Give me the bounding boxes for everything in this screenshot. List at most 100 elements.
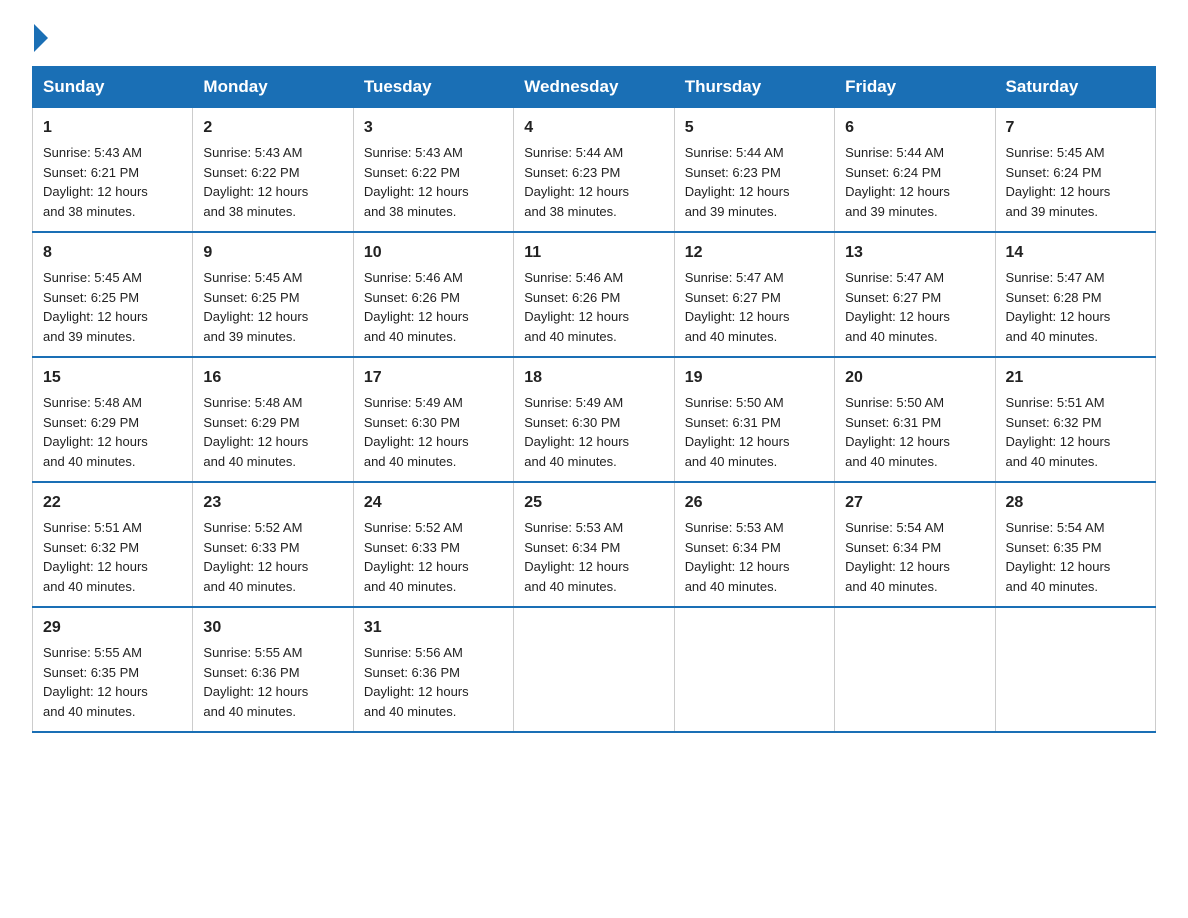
day-info: Sunrise: 5:51 AMSunset: 6:32 PMDaylight:… [1006, 395, 1111, 469]
day-number: 3 [364, 116, 503, 140]
day-number: 1 [43, 116, 182, 140]
day-info: Sunrise: 5:43 AMSunset: 6:22 PMDaylight:… [203, 145, 308, 219]
logo-top [32, 24, 48, 52]
day-info: Sunrise: 5:45 AMSunset: 6:25 PMDaylight:… [203, 270, 308, 344]
calendar-cell [674, 607, 834, 732]
day-info: Sunrise: 5:43 AMSunset: 6:22 PMDaylight:… [364, 145, 469, 219]
calendar-cell: 11 Sunrise: 5:46 AMSunset: 6:26 PMDaylig… [514, 232, 674, 357]
calendar-week-2: 8 Sunrise: 5:45 AMSunset: 6:25 PMDayligh… [33, 232, 1156, 357]
day-number: 13 [845, 241, 984, 265]
day-number: 30 [203, 616, 342, 640]
day-info: Sunrise: 5:55 AMSunset: 6:35 PMDaylight:… [43, 645, 148, 719]
calendar-week-4: 22 Sunrise: 5:51 AMSunset: 6:32 PMDaylig… [33, 482, 1156, 607]
day-number: 20 [845, 366, 984, 390]
day-number: 5 [685, 116, 824, 140]
calendar-cell: 10 Sunrise: 5:46 AMSunset: 6:26 PMDaylig… [353, 232, 513, 357]
day-info: Sunrise: 5:53 AMSunset: 6:34 PMDaylight:… [524, 520, 629, 594]
day-info: Sunrise: 5:45 AMSunset: 6:25 PMDaylight:… [43, 270, 148, 344]
calendar-cell: 20 Sunrise: 5:50 AMSunset: 6:31 PMDaylig… [835, 357, 995, 482]
day-info: Sunrise: 5:44 AMSunset: 6:23 PMDaylight:… [685, 145, 790, 219]
day-header-thursday: Thursday [674, 67, 834, 108]
day-number: 7 [1006, 116, 1145, 140]
calendar-cell: 26 Sunrise: 5:53 AMSunset: 6:34 PMDaylig… [674, 482, 834, 607]
calendar-table: SundayMondayTuesdayWednesdayThursdayFrid… [32, 66, 1156, 733]
day-number: 10 [364, 241, 503, 265]
day-number: 22 [43, 491, 182, 515]
day-number: 26 [685, 491, 824, 515]
calendar-week-5: 29 Sunrise: 5:55 AMSunset: 6:35 PMDaylig… [33, 607, 1156, 732]
calendar-cell: 17 Sunrise: 5:49 AMSunset: 6:30 PMDaylig… [353, 357, 513, 482]
day-info: Sunrise: 5:44 AMSunset: 6:24 PMDaylight:… [845, 145, 950, 219]
day-number: 14 [1006, 241, 1145, 265]
day-info: Sunrise: 5:53 AMSunset: 6:34 PMDaylight:… [685, 520, 790, 594]
calendar-cell [995, 607, 1155, 732]
calendar-cell [514, 607, 674, 732]
day-header-friday: Friday [835, 67, 995, 108]
calendar-cell: 27 Sunrise: 5:54 AMSunset: 6:34 PMDaylig… [835, 482, 995, 607]
calendar-cell: 29 Sunrise: 5:55 AMSunset: 6:35 PMDaylig… [33, 607, 193, 732]
day-info: Sunrise: 5:54 AMSunset: 6:35 PMDaylight:… [1006, 520, 1111, 594]
day-number: 15 [43, 366, 182, 390]
day-number: 16 [203, 366, 342, 390]
logo-arrow-icon [34, 24, 48, 52]
calendar-cell: 8 Sunrise: 5:45 AMSunset: 6:25 PMDayligh… [33, 232, 193, 357]
day-number: 4 [524, 116, 663, 140]
calendar-cell: 4 Sunrise: 5:44 AMSunset: 6:23 PMDayligh… [514, 108, 674, 233]
day-number: 25 [524, 491, 663, 515]
day-info: Sunrise: 5:48 AMSunset: 6:29 PMDaylight:… [43, 395, 148, 469]
calendar-cell: 1 Sunrise: 5:43 AMSunset: 6:21 PMDayligh… [33, 108, 193, 233]
calendar-cell: 25 Sunrise: 5:53 AMSunset: 6:34 PMDaylig… [514, 482, 674, 607]
calendar-cell: 31 Sunrise: 5:56 AMSunset: 6:36 PMDaylig… [353, 607, 513, 732]
page-header [32, 24, 1156, 48]
day-number: 19 [685, 366, 824, 390]
calendar-cell: 7 Sunrise: 5:45 AMSunset: 6:24 PMDayligh… [995, 108, 1155, 233]
calendar-cell: 22 Sunrise: 5:51 AMSunset: 6:32 PMDaylig… [33, 482, 193, 607]
calendar-cell: 16 Sunrise: 5:48 AMSunset: 6:29 PMDaylig… [193, 357, 353, 482]
day-number: 17 [364, 366, 503, 390]
day-info: Sunrise: 5:49 AMSunset: 6:30 PMDaylight:… [364, 395, 469, 469]
calendar-cell: 5 Sunrise: 5:44 AMSunset: 6:23 PMDayligh… [674, 108, 834, 233]
calendar-week-3: 15 Sunrise: 5:48 AMSunset: 6:29 PMDaylig… [33, 357, 1156, 482]
calendar-cell: 6 Sunrise: 5:44 AMSunset: 6:24 PMDayligh… [835, 108, 995, 233]
calendar-cell: 21 Sunrise: 5:51 AMSunset: 6:32 PMDaylig… [995, 357, 1155, 482]
day-number: 11 [524, 241, 663, 265]
day-number: 12 [685, 241, 824, 265]
day-info: Sunrise: 5:55 AMSunset: 6:36 PMDaylight:… [203, 645, 308, 719]
calendar-cell: 28 Sunrise: 5:54 AMSunset: 6:35 PMDaylig… [995, 482, 1155, 607]
day-info: Sunrise: 5:50 AMSunset: 6:31 PMDaylight:… [845, 395, 950, 469]
day-info: Sunrise: 5:43 AMSunset: 6:21 PMDaylight:… [43, 145, 148, 219]
day-header-wednesday: Wednesday [514, 67, 674, 108]
calendar-cell: 19 Sunrise: 5:50 AMSunset: 6:31 PMDaylig… [674, 357, 834, 482]
day-header-monday: Monday [193, 67, 353, 108]
calendar-cell: 9 Sunrise: 5:45 AMSunset: 6:25 PMDayligh… [193, 232, 353, 357]
calendar-cell: 30 Sunrise: 5:55 AMSunset: 6:36 PMDaylig… [193, 607, 353, 732]
calendar-cell: 3 Sunrise: 5:43 AMSunset: 6:22 PMDayligh… [353, 108, 513, 233]
calendar-cell: 12 Sunrise: 5:47 AMSunset: 6:27 PMDaylig… [674, 232, 834, 357]
day-number: 8 [43, 241, 182, 265]
calendar-cell [835, 607, 995, 732]
day-number: 29 [43, 616, 182, 640]
day-info: Sunrise: 5:56 AMSunset: 6:36 PMDaylight:… [364, 645, 469, 719]
day-number: 27 [845, 491, 984, 515]
calendar-cell: 18 Sunrise: 5:49 AMSunset: 6:30 PMDaylig… [514, 357, 674, 482]
day-number: 31 [364, 616, 503, 640]
day-info: Sunrise: 5:52 AMSunset: 6:33 PMDaylight:… [203, 520, 308, 594]
day-header-saturday: Saturday [995, 67, 1155, 108]
day-info: Sunrise: 5:54 AMSunset: 6:34 PMDaylight:… [845, 520, 950, 594]
day-header-tuesday: Tuesday [353, 67, 513, 108]
calendar-cell: 14 Sunrise: 5:47 AMSunset: 6:28 PMDaylig… [995, 232, 1155, 357]
day-info: Sunrise: 5:47 AMSunset: 6:27 PMDaylight:… [685, 270, 790, 344]
day-info: Sunrise: 5:52 AMSunset: 6:33 PMDaylight:… [364, 520, 469, 594]
calendar-cell: 13 Sunrise: 5:47 AMSunset: 6:27 PMDaylig… [835, 232, 995, 357]
calendar-week-1: 1 Sunrise: 5:43 AMSunset: 6:21 PMDayligh… [33, 108, 1156, 233]
day-number: 23 [203, 491, 342, 515]
day-number: 2 [203, 116, 342, 140]
day-info: Sunrise: 5:50 AMSunset: 6:31 PMDaylight:… [685, 395, 790, 469]
day-number: 9 [203, 241, 342, 265]
day-number: 21 [1006, 366, 1145, 390]
logo [32, 24, 48, 48]
day-info: Sunrise: 5:47 AMSunset: 6:28 PMDaylight:… [1006, 270, 1111, 344]
day-number: 28 [1006, 491, 1145, 515]
day-number: 18 [524, 366, 663, 390]
calendar-cell: 15 Sunrise: 5:48 AMSunset: 6:29 PMDaylig… [33, 357, 193, 482]
